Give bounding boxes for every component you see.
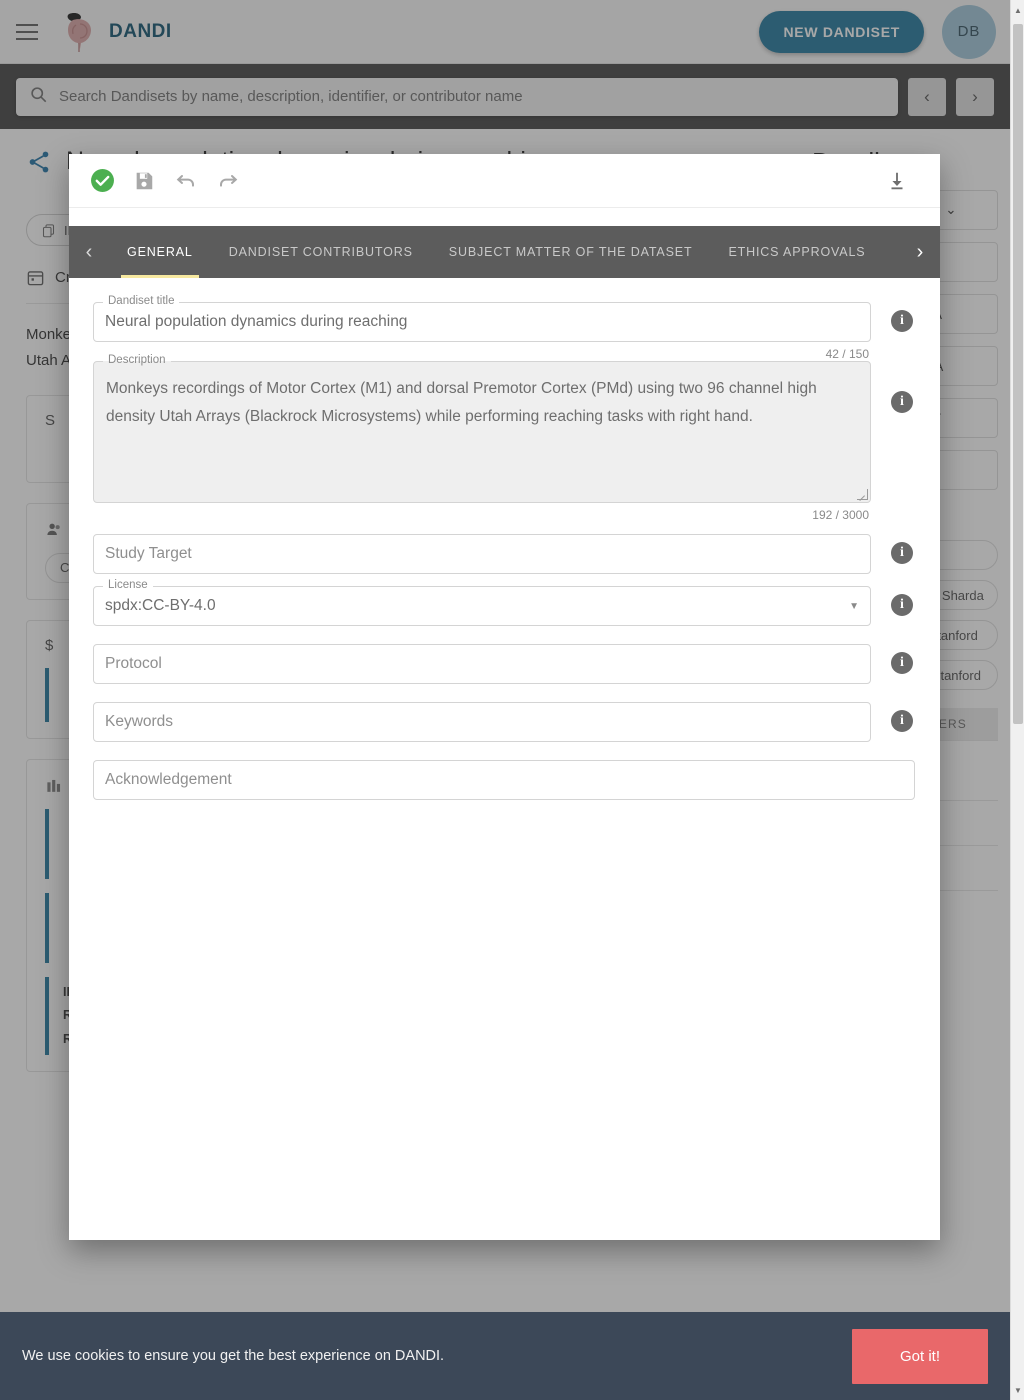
dandiset-title-value: Neural population dynamics during reachi… [105,313,408,330]
textarea-resize-handle[interactable] [857,489,868,500]
page-scrollbar[interactable]: ▲ ▼ [1010,0,1024,1400]
protocol-field[interactable]: Protocol [93,644,871,684]
field-row-acknowledgement: Acknowledgement [93,760,916,800]
scroll-up-arrow-icon[interactable]: ▲ [1011,2,1024,18]
dandiset-title-legend: Dandiset title [103,295,180,308]
info-icon[interactable]: i [891,652,913,674]
description-counter: 192 / 3000 [812,508,869,522]
info-icon[interactable]: i [891,710,913,732]
keywords-placeholder: Keywords [105,713,174,730]
license-field-wrap: License spdx:CC-BY-4.0 ▼ [93,579,871,626]
tab-subject-matter[interactable]: SUBJECT MATTER OF THE DATASET [431,226,711,278]
field-row-protocol: Protocol i [93,644,916,684]
info-icon[interactable]: i [891,310,913,332]
tabs-next-arrow-icon[interactable]: › [900,226,940,278]
protocol-placeholder: Protocol [105,655,162,672]
dialog-toolbar [69,154,940,208]
dialog-form-body: Dandiset title Neural population dynamic… [69,278,940,1240]
metadata-edit-dialog: ‹ GENERAL DANDISET CONTRIBUTORS SUBJECT … [69,154,940,1240]
download-icon[interactable] [876,160,918,202]
check-circle-icon[interactable] [81,160,123,202]
description-value: Monkeys recordings of Motor Cortex (M1) … [106,380,817,425]
info-icon[interactable]: i [891,542,913,564]
tabs-scroll-region: GENERAL DANDISET CONTRIBUTORS SUBJECT MA… [109,226,900,278]
tab-related-resources[interactable]: RELATED RESOURCES [883,226,900,278]
dandiset-title-field-wrap: Dandiset title Neural population dynamic… [93,295,871,361]
field-row-title: Dandiset title Neural population dynamic… [93,295,916,361]
scroll-down-arrow-icon[interactable]: ▼ [1011,1382,1024,1398]
acknowledgement-field-wrap: Acknowledgement [93,760,915,800]
cookie-banner-text: We use cookies to ensure you get the bes… [22,1348,445,1364]
study-target-placeholder: Study Target [105,545,192,562]
keywords-field[interactable]: Keywords [93,702,871,742]
dialog-subbar [69,208,940,226]
save-icon[interactable] [123,160,165,202]
cookie-accept-button[interactable]: Got it! [851,1328,988,1384]
info-icon[interactable]: i [891,594,913,616]
field-row-keywords: Keywords i [93,702,916,742]
info-icon[interactable]: i [891,391,913,413]
dialog-tabs: ‹ GENERAL DANDISET CONTRIBUTORS SUBJECT … [69,226,940,278]
tab-general[interactable]: GENERAL [109,226,211,278]
tab-dandiset-contributors[interactable]: DANDISET CONTRIBUTORS [211,226,431,278]
acknowledgement-placeholder: Acknowledgement [105,771,232,788]
description-field-wrap: Description Monkeys recordings of Motor … [93,354,871,522]
license-select[interactable]: License spdx:CC-BY-4.0 ▼ [93,579,871,626]
scrollbar-thumb[interactable] [1013,24,1023,724]
field-row-license: License spdx:CC-BY-4.0 ▼ i [93,579,916,626]
dandiset-title-counter: 42 / 150 [825,347,869,361]
study-target-field-wrap: Study Target [93,534,871,574]
acknowledgement-field[interactable]: Acknowledgement [93,760,915,800]
dandiset-title-field[interactable]: Dandiset title Neural population dynamic… [93,295,871,342]
undo-icon[interactable] [165,160,207,202]
field-row-study-target: Study Target i [93,534,916,574]
redo-icon[interactable] [207,160,249,202]
keywords-field-wrap: Keywords [93,702,871,742]
cookie-banner: We use cookies to ensure you get the bes… [0,1312,1010,1400]
description-field[interactable]: Description Monkeys recordings of Motor … [93,354,871,503]
chevron-down-icon[interactable]: ▼ [849,601,859,612]
protocol-field-wrap: Protocol [93,644,871,684]
tab-ethics-approvals[interactable]: ETHICS APPROVALS [710,226,883,278]
field-row-description: Description Monkeys recordings of Motor … [93,354,916,522]
study-target-field[interactable]: Study Target [93,534,871,574]
license-legend: License [103,579,153,592]
tabs-prev-arrow-icon[interactable]: ‹ [69,226,109,278]
license-value: spdx:CC-BY-4.0 [105,597,216,614]
